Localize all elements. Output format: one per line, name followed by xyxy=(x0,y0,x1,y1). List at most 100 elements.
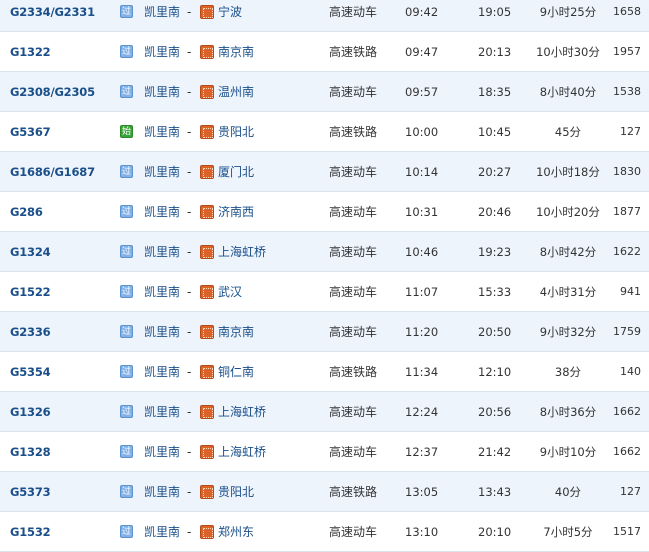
terminal-station-icon xyxy=(200,525,214,539)
from-station-link[interactable]: 凯里南 xyxy=(144,392,190,432)
travel-duration: 8小时36分 xyxy=(539,405,597,419)
train-number-link[interactable]: G5354 xyxy=(10,352,118,392)
departure-time: 11:07 xyxy=(405,285,439,299)
train-number-link[interactable]: G1326 xyxy=(10,392,118,432)
from-station-link[interactable]: 凯里南 xyxy=(144,0,190,32)
train-type: 高速动车 xyxy=(329,165,378,179)
terminal-station-icon xyxy=(200,445,214,459)
route-separator: - xyxy=(187,525,192,539)
departure-time: 10:31 xyxy=(405,205,439,219)
from-station-link[interactable]: 凯里南 xyxy=(144,112,190,152)
travel-duration: 38分 xyxy=(554,365,582,379)
distance-km: 1517 xyxy=(613,525,641,538)
distance-km: 127 xyxy=(620,125,641,138)
from-station-link[interactable]: 凯里南 xyxy=(144,32,190,72)
from-station-link[interactable]: 凯里南 xyxy=(144,232,190,272)
passing-badge-icon: 过 xyxy=(120,245,133,258)
table-row[interactable]: G1328 过凯里南 - 上海虹桥 高速动车 12:37 21:42 9小时10分 1662 xyxy=(0,432,649,472)
to-station-link[interactable]: 南京南 xyxy=(218,312,308,352)
train-number-link[interactable]: G2334/G2331 xyxy=(10,0,118,32)
distance-km: 140 xyxy=(620,365,641,378)
passing-badge-icon: 过 xyxy=(120,525,133,538)
train-type: 高速动车 xyxy=(329,525,378,539)
to-station-link[interactable]: 济南西 xyxy=(218,192,308,232)
table-row[interactable]: G1686/G1687 过凯里南 - 厦门北 高速动车 10:14 20:27 10小时18分… xyxy=(0,152,649,192)
table-row[interactable]: G2308/G2305 过凯里南 - 温州南 高速动车 09:57 18:35 8小时40分 1… xyxy=(0,72,649,112)
table-row[interactable]: G2334/G2331 过凯里南 - 宁波 高速动车 09:42 19:05 9小时25分 16… xyxy=(0,0,649,32)
route-separator: - xyxy=(187,445,192,459)
table-row[interactable]: G1326 过凯里南 - 上海虹桥 高速动车 12:24 20:56 8小时36分 1662 xyxy=(0,392,649,432)
train-type: 高速动车 xyxy=(329,245,378,259)
to-station-link[interactable]: 武汉 xyxy=(218,272,308,312)
train-number-link[interactable]: G1328 xyxy=(10,432,118,472)
train-type: 高速铁路 xyxy=(329,365,378,379)
to-station-link[interactable]: 上海虹桥 xyxy=(218,232,308,272)
from-station-link[interactable]: 凯里南 xyxy=(144,192,190,232)
train-number-link[interactable]: G2336 xyxy=(10,312,118,352)
route-separator: - xyxy=(187,5,192,19)
to-station-link[interactable]: 温州南 xyxy=(218,72,308,112)
from-station-link[interactable]: 凯里南 xyxy=(144,312,190,352)
from-station-link[interactable]: 凯里南 xyxy=(144,512,190,552)
passing-badge-icon: 过 xyxy=(120,325,133,338)
train-type: 高速动车 xyxy=(329,285,378,299)
from-station-link[interactable]: 凯里南 xyxy=(144,432,190,472)
table-row[interactable]: G5354 过凯里南 - 铜仁南 高速铁路 11:34 12:10 38分 140 xyxy=(0,352,649,392)
to-station-link[interactable]: 南京南 xyxy=(218,32,308,72)
table-row[interactable]: G2336 过凯里南 - 南京南 高速动车 11:20 20:50 9小时32分 1759 xyxy=(0,312,649,352)
to-station-link[interactable]: 厦门北 xyxy=(218,152,308,192)
table-row[interactable]: G1324 过凯里南 - 上海虹桥 高速动车 10:46 19:23 8小时42分 1622 xyxy=(0,232,649,272)
train-number-link[interactable]: G5367 xyxy=(10,112,118,152)
table-row[interactable]: G1322 过凯里南 - 南京南 高速铁路 09:47 20:13 10小时30分 1957 xyxy=(0,32,649,72)
route-separator: - xyxy=(187,125,192,139)
passing-badge-icon: 过 xyxy=(120,5,133,18)
train-number-link[interactable]: G286 xyxy=(10,192,118,232)
distance-km: 1662 xyxy=(613,405,641,418)
passing-badge-icon: 过 xyxy=(120,285,133,298)
to-station-link[interactable]: 宁波 xyxy=(218,0,308,32)
table-row[interactable]: G5373 过凯里南 - 贵阳北 高速铁路 13:05 13:43 40分 127 xyxy=(0,472,649,512)
table-row[interactable]: G286 过凯里南 - 济南西 高速动车 10:31 20:46 10小时20分 1877 xyxy=(0,192,649,232)
table-row[interactable]: G1522 过凯里南 - 武汉 高速动车 11:07 15:33 4小时31分 941 xyxy=(0,272,649,312)
arrival-time: 20:13 xyxy=(478,45,512,59)
train-number-link[interactable]: G1686/G1687 xyxy=(10,152,118,192)
departure-time: 11:20 xyxy=(405,325,439,339)
distance-km: 1830 xyxy=(613,165,641,178)
to-station-link[interactable]: 郑州东 xyxy=(218,512,308,552)
arrival-time: 12:10 xyxy=(478,365,512,379)
to-station-link[interactable]: 上海虹桥 xyxy=(218,432,308,472)
arrival-time: 20:27 xyxy=(478,165,512,179)
to-station-link[interactable]: 铜仁南 xyxy=(218,352,308,392)
from-station-link[interactable]: 凯里南 xyxy=(144,472,190,512)
distance-km: 1622 xyxy=(613,245,641,258)
from-station-link[interactable]: 凯里南 xyxy=(144,152,190,192)
from-station-link[interactable]: 凯里南 xyxy=(144,272,190,312)
from-station-link[interactable]: 凯里南 xyxy=(144,352,190,392)
train-type: 高速铁路 xyxy=(329,485,378,499)
train-number-link[interactable]: G2308/G2305 xyxy=(10,72,118,112)
distance-km: 1662 xyxy=(613,445,641,458)
train-number-link[interactable]: G1322 xyxy=(10,32,118,72)
train-schedule-table: G2334/G2331 过凯里南 - 宁波 高速动车 09:42 19:05 9小时25分 16… xyxy=(0,0,649,552)
table-row[interactable]: G1532 过凯里南 - 郑州东 高速动车 13:10 20:10 7小时5分 1517 xyxy=(0,512,649,552)
train-number-link[interactable]: G1522 xyxy=(10,272,118,312)
train-type: 高速动车 xyxy=(329,205,378,219)
to-station-link[interactable]: 上海虹桥 xyxy=(218,392,308,432)
train-number-link[interactable]: G1532 xyxy=(10,512,118,552)
train-number-link[interactable]: G5373 xyxy=(10,472,118,512)
table-row[interactable]: G5367 始凯里南 - 贵阳北 高速铁路 10:00 10:45 45分 127 xyxy=(0,112,649,152)
arrival-time: 20:46 xyxy=(478,205,512,219)
passing-badge-icon: 过 xyxy=(120,405,133,418)
passing-badge-icon: 过 xyxy=(120,205,133,218)
train-number-link[interactable]: G1324 xyxy=(10,232,118,272)
travel-duration: 4小时31分 xyxy=(539,285,597,299)
arrival-time: 21:42 xyxy=(478,445,512,459)
to-station-link[interactable]: 贵阳北 xyxy=(218,112,308,152)
departure-time: 12:24 xyxy=(405,405,439,419)
departure-time: 13:05 xyxy=(405,485,439,499)
terminal-station-icon xyxy=(200,5,214,19)
to-station-link[interactable]: 贵阳北 xyxy=(218,472,308,512)
terminal-station-icon xyxy=(200,285,214,299)
train-type: 高速铁路 xyxy=(329,45,378,59)
from-station-link[interactable]: 凯里南 xyxy=(144,72,190,112)
